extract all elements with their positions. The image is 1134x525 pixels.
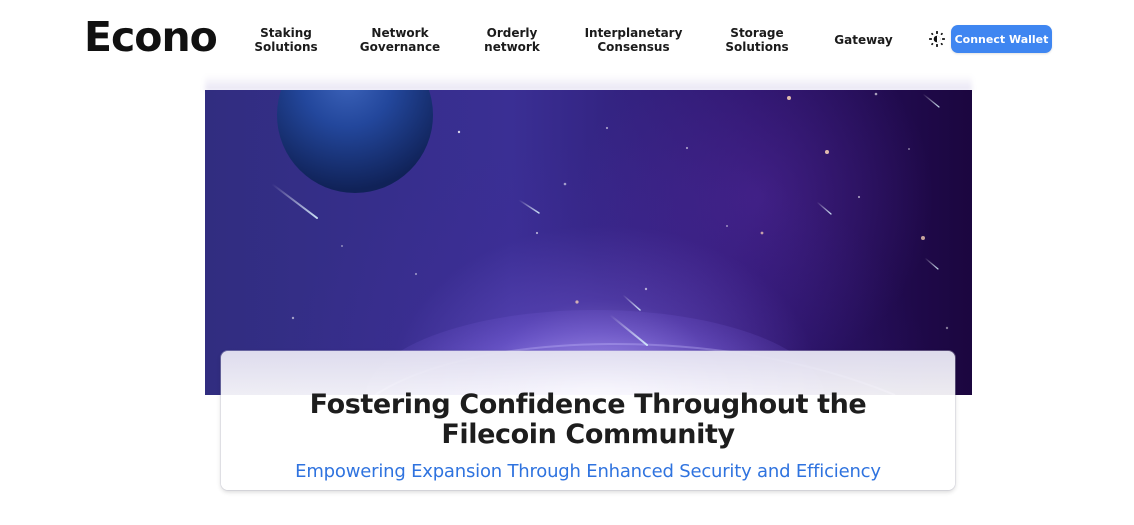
blue-planet-icon (277, 90, 433, 193)
hero-subtitle: Empowering Expansion Through Enhanced Se… (295, 461, 881, 482)
nav-gateway[interactable]: Gateway (805, 33, 922, 47)
main-navigation: Staking Solutions Network Governance Ord… (238, 22, 922, 58)
nav-network-governance[interactable]: Network Governance (334, 26, 466, 54)
hero-title: Fostering Confidence Throughout the File… (309, 389, 867, 451)
connect-wallet-button[interactable]: Connect Wallet (951, 25, 1052, 53)
nav-interplanetary-consensus[interactable]: Interplanetary Consensus (558, 26, 709, 54)
theme-toggle-icon[interactable] (928, 30, 946, 48)
hero-shadow (205, 75, 972, 91)
headline-card: Fostering Confidence Throughout the File… (221, 351, 955, 490)
site-header: Econo Staking Solutions Network Governan… (0, 0, 1134, 78)
site-logo[interactable]: Econo (84, 17, 218, 58)
nav-staking-solutions[interactable]: Staking Solutions (238, 26, 334, 54)
space-illustration (271, 90, 949, 395)
nav-orderly-network[interactable]: Orderly network (466, 26, 558, 54)
space-hero-image (205, 90, 972, 395)
landing-page: Econo Staking Solutions Network Governan… (0, 0, 1134, 525)
nav-storage-solutions[interactable]: Storage Solutions (709, 26, 805, 54)
